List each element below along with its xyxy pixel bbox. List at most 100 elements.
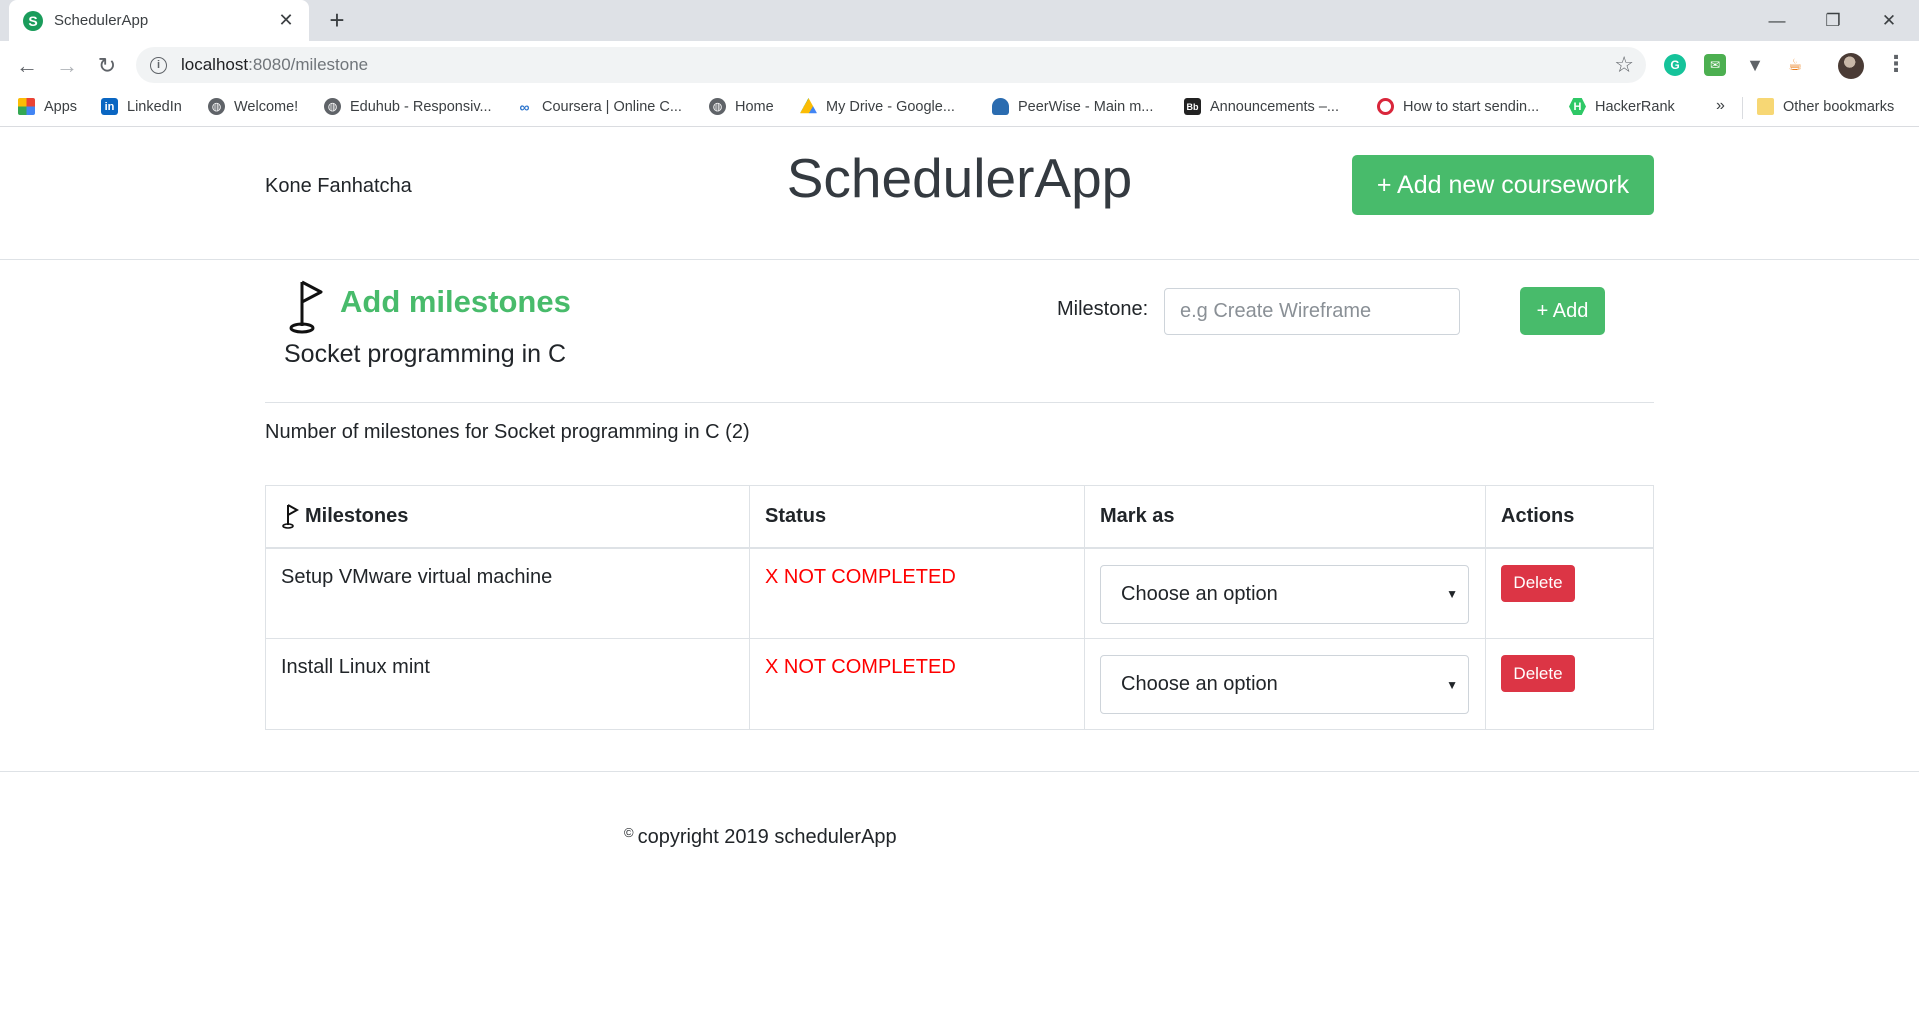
mark-as-select[interactable]: Choose an option ▼ [1100,655,1469,714]
mark-as-select[interactable]: Choose an option ▼ [1100,564,1469,624]
bookmark-label: LinkedIn [127,98,182,115]
grammarly-extension-icon[interactable]: G [1664,54,1686,76]
bookmark-star-icon[interactable]: ☆ [1614,52,1634,78]
add-milestones-title: Add milestones [340,284,571,319]
flag-icon [289,280,323,334]
blackboard-icon: Bb [1184,98,1201,115]
column-header-label: Milestones [305,504,409,527]
table-row: Setup VMware virtual machine X NOT COMPL… [265,547,1654,639]
url-host: localhost [181,55,249,74]
browser-menu-icon[interactable]: ⋮ [1885,51,1907,77]
java-extension-icon[interactable]: ☕ [1784,54,1806,76]
copyright-text: copyright 2019 schedulerApp [637,826,897,848]
window-close-icon[interactable]: ✕ [1861,0,1917,41]
course-title: Socket programming in C [284,340,567,368]
vue-extension-icon[interactable]: ▼ [1744,54,1766,76]
footer-divider [0,771,1919,772]
bookmark-label: Apps [44,98,78,115]
browser-tab[interactable]: S SchedulerApp ✕ [9,0,309,41]
bookmarks-divider [1742,97,1743,119]
globe-icon: ◍ [709,98,726,115]
bookmark-welcome[interactable]: ◍ Welcome! [208,98,298,115]
close-tab-icon[interactable]: ✕ [275,10,297,31]
select-value: Choose an option [1121,582,1278,605]
bookmark-label: How to start sendin... [1403,98,1540,115]
caret-down-icon: ▼ [1446,677,1458,692]
table-row: Install Linux mint X NOT COMPLETED Choos… [265,638,1654,730]
bookmark-label: Eduhub - Responsiv... [350,98,492,115]
folder-icon [1757,98,1774,115]
scheduler-favicon-icon: S [23,10,43,31]
apps-grid-icon [18,98,35,115]
footer-copyright: © copyright 2019 schedulerApp [624,825,897,849]
milestone-name: Install Linux mint [265,638,750,730]
milestone-label: Milestone: [1057,298,1149,320]
status-badge: X NOT COMPLETED [765,565,956,588]
select-value: Choose an option [1121,673,1278,695]
app-header: Kone Fanhatcha SchedulerApp + Add new co… [0,128,1919,260]
tab-title: SchedulerApp [54,12,149,29]
milestone-name: Setup VMware virtual machine [265,547,750,639]
status-badge: X NOT COMPLETED [765,656,956,678]
milestone-input[interactable] [1164,288,1460,335]
milestones-table: Milestones Status Mark as Actions Setup … [265,485,1654,730]
back-icon[interactable]: ← [12,51,42,81]
bookmark-label: Other bookmarks [1783,98,1895,115]
coursera-icon: ∞ [519,98,530,115]
add-milestone-button[interactable]: + Add [1520,287,1605,335]
bookmark-label: Welcome! [234,98,299,115]
bookmark-linkedin[interactable]: in LinkedIn [101,98,182,115]
add-coursework-button[interactable]: + Add new coursework [1352,155,1654,215]
bookmark-peerwise[interactable]: PeerWise - Main m... [992,98,1153,115]
globe-icon: ◍ [208,98,225,115]
add-milestone-section: Add milestones Socket programming in C M… [265,260,1654,403]
hackerrank-icon: H [1569,98,1586,115]
linkedin-icon: in [101,98,118,115]
page-content: Kone Fanhatcha SchedulerApp + Add new co… [0,128,1919,1030]
address-bar[interactable]: i localhost:8080/milestone ☆ [136,47,1646,83]
mark-as-cell: Choose an option ▼ [1084,547,1486,639]
column-header-status: Status [749,485,1085,549]
peerwise-icon [992,98,1009,115]
bookmark-label: My Drive - Google... [826,98,955,115]
caret-down-icon: ▼ [1446,587,1458,601]
bookmark-label: Announcements –... [1210,98,1339,115]
bookmark-how-to-start[interactable]: How to start sendin... [1377,98,1539,115]
delete-button[interactable]: Delete [1501,655,1575,692]
new-tab-icon[interactable]: + [322,5,352,35]
flag-icon [282,504,299,530]
forward-icon[interactable]: → [52,51,82,81]
delete-button[interactable]: Delete [1501,564,1575,602]
copyright-symbol: © [624,825,634,840]
bookmark-apps[interactable]: Apps [18,98,77,115]
site-info-icon[interactable]: i [150,56,167,74]
column-header-mark-as: Mark as [1084,485,1486,549]
bookmark-label: HackerRank [1595,98,1675,115]
target-icon [1377,98,1394,115]
bookmarks-bar: Apps in LinkedIn ◍ Welcome! ◍ Eduhub - R… [0,89,1919,127]
actions-cell: Delete [1485,638,1654,730]
profile-avatar[interactable] [1838,53,1864,79]
minimize-icon[interactable]: — [1749,0,1805,41]
bookmark-label: Home [735,98,774,115]
mail-extension-icon[interactable]: ✉ [1704,54,1726,76]
bookmarks-overflow-icon[interactable]: » [1716,97,1725,115]
bookmark-label: Coursera | Online C... [542,98,682,115]
bookmark-hackerrank[interactable]: H HackerRank [1569,98,1675,115]
bookmark-other[interactable]: Other bookmarks [1757,98,1894,115]
bookmark-label: PeerWise - Main m... [1018,98,1154,115]
browser-toolbar: ← → ↻ i localhost:8080/milestone ☆ G ✉ ▼… [0,41,1919,89]
actions-cell: Delete [1485,547,1654,639]
mark-as-cell: Choose an option ▼ [1084,638,1486,730]
bookmark-eduhub[interactable]: ◍ Eduhub - Responsiv... [324,98,492,115]
reload-icon[interactable]: ↻ [92,51,122,81]
bookmark-google-drive[interactable]: My Drive - Google... [800,98,955,115]
bookmark-home[interactable]: ◍ Home [709,98,774,115]
table-header-row: Milestones Status Mark as Actions [265,485,1654,549]
status-cell: X NOT COMPLETED [749,547,1085,639]
bookmark-announcements[interactable]: Bb Announcements –... [1184,98,1339,115]
column-header-actions: Actions [1485,485,1654,549]
restore-icon[interactable]: ❐ [1805,0,1861,41]
browser-tabstrip: S SchedulerApp ✕ + — ❐ ✕ [0,0,1919,41]
bookmark-coursera[interactable]: ∞ Coursera | Online C... [516,98,682,115]
